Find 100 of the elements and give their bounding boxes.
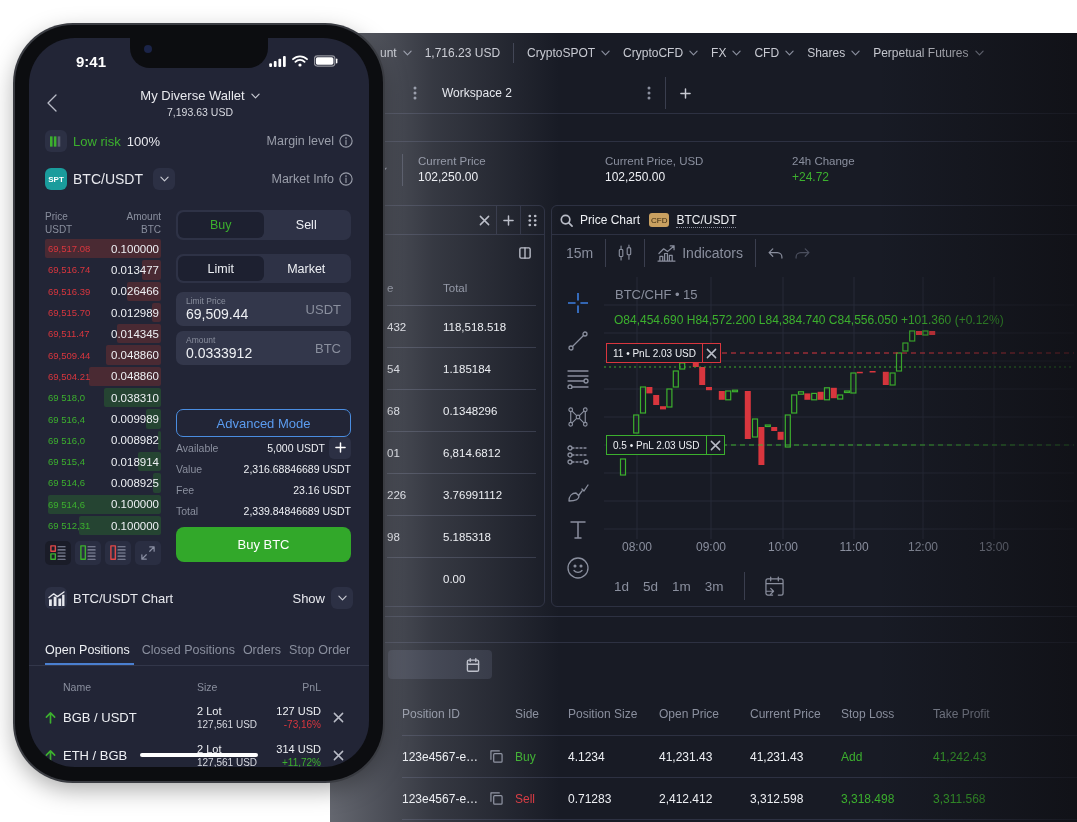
smiley-icon[interactable] bbox=[567, 557, 589, 579]
summary-value: 2,339.84846689 USDT bbox=[243, 504, 351, 517]
market-menu[interactable]: CryptoCFD bbox=[623, 46, 699, 60]
column-header: PnL bbox=[301, 681, 321, 694]
summary-label: Value bbox=[176, 462, 203, 475]
advanced-mode-button[interactable]: Advanced Mode bbox=[176, 409, 351, 437]
column-header: Open Price bbox=[659, 707, 721, 721]
levels-icon[interactable] bbox=[567, 445, 589, 465]
pattern-icon[interactable] bbox=[568, 407, 588, 427]
order-price: 69,515.70 bbox=[47, 307, 91, 319]
order-amount: 0.014345 bbox=[111, 327, 160, 340]
column-header: Position ID bbox=[402, 707, 462, 721]
market-menu[interactable]: Shares bbox=[807, 46, 861, 60]
view-button[interactable] bbox=[75, 541, 101, 566]
order-price: 69 516,4 bbox=[47, 413, 85, 425]
order-price: 69,504.21 bbox=[47, 370, 91, 382]
table-cell-text: 3,311.568 bbox=[933, 791, 987, 806]
field-label: Amount bbox=[186, 335, 217, 345]
add-funds-button[interactable] bbox=[329, 436, 351, 459]
columns-icon[interactable] bbox=[519, 247, 531, 259]
order-book-icon bbox=[80, 545, 96, 562]
market-info-link[interactable]: Market Info bbox=[271, 172, 353, 186]
battery-icon bbox=[314, 55, 339, 67]
brush-icon[interactable] bbox=[567, 483, 589, 503]
axis-label: 12:00 bbox=[908, 540, 938, 554]
market-menu[interactable]: FX bbox=[711, 46, 742, 60]
column-unit: USDT bbox=[45, 223, 73, 236]
risk-bars-icon bbox=[50, 135, 62, 147]
close-position-button[interactable] bbox=[333, 711, 344, 723]
range-button[interactable]: 1m bbox=[672, 578, 691, 594]
table-cell: 0.00 bbox=[443, 572, 466, 585]
range-button[interactable]: 3m bbox=[704, 578, 724, 594]
workspace-tab[interactable]: Workspace 2 bbox=[417, 86, 647, 100]
indicators-button[interactable]: Indicators bbox=[657, 244, 743, 262]
chevron-down-icon bbox=[851, 50, 861, 56]
candlestick-icon[interactable] bbox=[618, 243, 633, 263]
tab[interactable]: Closed Positions bbox=[141, 639, 235, 666]
side-tab[interactable]: Sell bbox=[263, 212, 349, 238]
wallet-selector[interactable]: My Diverse Wallet bbox=[140, 88, 260, 103]
info-icon bbox=[339, 172, 353, 186]
ohlc-values: O84,454.690 H84,572.200 L84,384.740 C84,556.050 +101.360 (+0.12%) bbox=[614, 313, 1004, 327]
calendar-icon[interactable] bbox=[764, 575, 784, 597]
trend-line-icon[interactable] bbox=[568, 331, 588, 351]
expand-icon bbox=[141, 546, 155, 561]
add-link[interactable]: Add bbox=[841, 749, 933, 764]
side-tab[interactable]: Buy bbox=[178, 212, 264, 238]
view-button[interactable] bbox=[45, 541, 71, 566]
copy-icon[interactable] bbox=[490, 792, 504, 805]
view-button[interactable] bbox=[105, 541, 131, 566]
order-book-icon bbox=[50, 545, 66, 562]
tab[interactable]: Stop Order bbox=[289, 639, 351, 666]
market-menu[interactable]: CryptoSPOT bbox=[527, 46, 611, 60]
chevron-down-icon bbox=[785, 50, 795, 56]
order-type-tab[interactable]: Market bbox=[263, 256, 349, 281]
more-icon[interactable] bbox=[413, 86, 417, 100]
back-icon[interactable] bbox=[47, 94, 57, 112]
input-field[interactable]: Amount 0.0333912 BTC bbox=[176, 331, 351, 365]
crosshair-icon[interactable] bbox=[568, 293, 588, 313]
account-menu[interactable]: unt bbox=[380, 46, 412, 60]
search-icon[interactable] bbox=[560, 213, 573, 227]
position-label[interactable]: 11 • PnL 2.03 USD bbox=[606, 343, 721, 363]
market-menu[interactable]: CFD bbox=[754, 46, 795, 60]
margin-level-link[interactable]: Margin level bbox=[266, 134, 353, 148]
chevron-down-icon bbox=[732, 50, 742, 56]
chevron-down-icon bbox=[402, 50, 412, 56]
column-header: Total bbox=[443, 282, 468, 294]
table-cell-text: 98 bbox=[387, 530, 401, 543]
order-type-tab[interactable]: Limit bbox=[178, 256, 264, 281]
table-cell-text: Sell bbox=[515, 791, 536, 806]
market-menu[interactable]: Perpetual Futures bbox=[873, 46, 984, 60]
tab[interactable]: Open Positions bbox=[45, 639, 134, 666]
range-button[interactable]: 1d bbox=[614, 578, 630, 594]
range-button[interactable]: 5d bbox=[643, 578, 659, 594]
show-link[interactable]: Show bbox=[292, 590, 325, 606]
close-icon bbox=[333, 711, 344, 723]
summary-value: 5,000 USDT bbox=[267, 441, 325, 454]
undo-icon[interactable] bbox=[767, 247, 783, 259]
signal-icon bbox=[269, 55, 286, 67]
order-price: 69,516.74 bbox=[47, 264, 91, 276]
input-field[interactable]: Limit Price 69,509.44 USDT bbox=[176, 292, 351, 326]
view-button[interactable] bbox=[135, 541, 161, 566]
date-field[interactable] bbox=[388, 650, 492, 679]
table-cell-text: 226 bbox=[387, 488, 408, 501]
table-cell-text: 01 bbox=[387, 446, 401, 459]
close-position-button[interactable] bbox=[333, 749, 344, 761]
table-cell-text: 41,231.43 bbox=[659, 749, 714, 764]
interval-button[interactable]: 15m bbox=[566, 245, 594, 261]
expand-dropdown[interactable] bbox=[331, 587, 353, 610]
position-label[interactable]: 0.5 • PnL 2.03 USD bbox=[606, 435, 725, 455]
horizontal-lines-icon[interactable] bbox=[567, 369, 589, 389]
tab[interactable]: Orders bbox=[242, 639, 282, 666]
stat-label: Current Price, USD bbox=[605, 155, 705, 167]
text-tool-icon[interactable] bbox=[570, 521, 586, 539]
market-badge: CFD bbox=[649, 213, 670, 227]
add-icon[interactable] bbox=[680, 87, 691, 99]
more-icon[interactable] bbox=[647, 86, 651, 100]
symbol-link[interactable]: BTC/USDT bbox=[676, 212, 737, 228]
pair-dropdown[interactable] bbox=[153, 168, 175, 190]
copy-icon[interactable] bbox=[490, 750, 504, 763]
market-badge: SPT bbox=[45, 168, 67, 190]
